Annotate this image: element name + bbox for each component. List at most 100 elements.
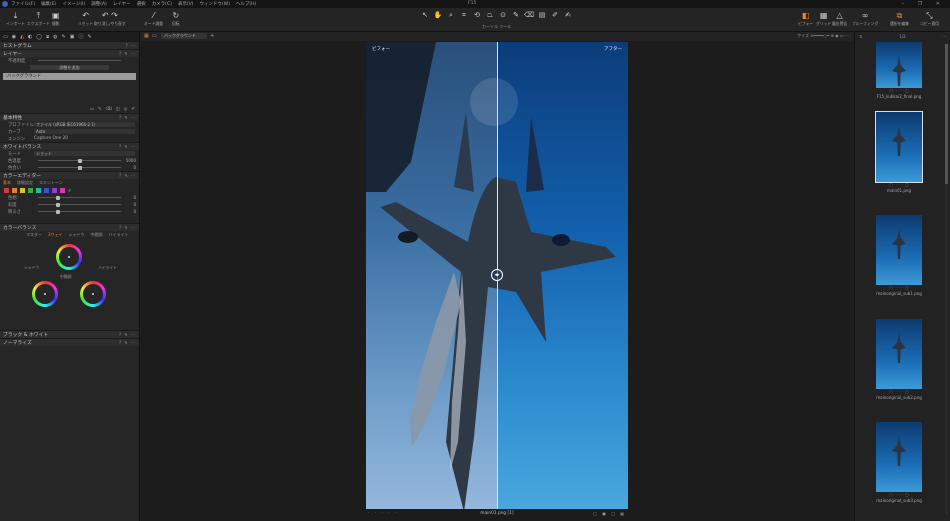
menu-select[interactable]: 選択 bbox=[137, 1, 146, 7]
exposure-tab-icon[interactable]: ◐ bbox=[28, 34, 32, 40]
grid-view-icon[interactable]: ▦ bbox=[144, 33, 149, 39]
opacity-slider[interactable] bbox=[38, 60, 121, 61]
add-adjustment-button[interactable]: 調整を追加 bbox=[30, 65, 109, 70]
midtone-wheel[interactable] bbox=[56, 244, 82, 270]
menu-view[interactable]: 表示(V) bbox=[178, 1, 194, 7]
reset-button[interactable]: ↶ リセット bbox=[78, 11, 93, 27]
window-controls[interactable]: – ❐ ✕ bbox=[902, 1, 946, 7]
details-tab-icon[interactable]: ◍ bbox=[53, 34, 57, 40]
keystone-cursor-icon[interactable]: ⏢ bbox=[485, 11, 495, 20]
photo-canvas[interactable]: ビフォー アフター ◂▸ bbox=[366, 42, 628, 509]
kelvin-knob[interactable] bbox=[77, 158, 82, 163]
gradient-cursor-icon[interactable]: ▤ bbox=[537, 11, 547, 20]
radial-icon[interactable]: ◎ bbox=[124, 107, 128, 112]
saturation-knob[interactable] bbox=[56, 202, 60, 207]
grid-button[interactable]: ▦ グリッド bbox=[816, 11, 831, 27]
tab-3way[interactable]: 3ウェイ bbox=[48, 232, 63, 238]
lightness-slider[interactable] bbox=[38, 209, 121, 214]
color-editor-header[interactable]: カラーエディター ? ✎ ⋯ bbox=[0, 171, 139, 179]
gradient-icon[interactable]: ◫ bbox=[116, 107, 120, 112]
section-menu-icon[interactable]: ? ✎ ⋯ bbox=[119, 340, 136, 345]
output-tab-icon[interactable]: ✎ bbox=[87, 34, 91, 40]
tab-advanced[interactable]: 詳細設定 bbox=[17, 180, 33, 186]
thumbnail-item[interactable]: □ · · · · · ◯ mainoriginal_sub3.png bbox=[876, 422, 922, 503]
library-tab-icon[interactable]: ▭ bbox=[3, 34, 8, 40]
tab-basic[interactable]: 基本 bbox=[3, 180, 11, 186]
single-view-icon[interactable]: ▭ bbox=[152, 33, 157, 39]
tab-shadow[interactable]: シャドウ bbox=[69, 232, 85, 238]
rotate-button[interactable]: ↻ 回転 bbox=[172, 11, 180, 27]
tab-midtone[interactable]: 中間調 bbox=[91, 232, 103, 238]
color-swatch[interactable] bbox=[20, 187, 25, 193]
color-tab-icon[interactable]: ◭ bbox=[20, 34, 24, 40]
layer-select[interactable]: バックグラウンド bbox=[161, 33, 207, 39]
add-layer-icon[interactable]: + bbox=[210, 33, 214, 39]
layers-header[interactable]: レイヤー ? ✎ ⋯ bbox=[0, 49, 139, 57]
thumbnail-rating[interactable]: □ · · · · · ◯ bbox=[876, 286, 922, 290]
shadow-wheel[interactable] bbox=[32, 281, 58, 307]
auto-adjust-button[interactable]: ⁄ オート調整 bbox=[144, 11, 163, 27]
eraser-cursor-icon[interactable]: ⌫ bbox=[524, 11, 534, 20]
color-swatch[interactable] bbox=[52, 187, 57, 193]
lightness-knob[interactable] bbox=[56, 209, 60, 214]
export-button[interactable]: ⤒ エクスポート bbox=[27, 11, 50, 27]
tab-master[interactable]: マスター bbox=[26, 232, 42, 238]
color-swatch[interactable] bbox=[60, 187, 65, 193]
normalize-header[interactable]: ノーマライズ ? ✎ ⋯ bbox=[0, 338, 139, 346]
thumbnail-rating[interactable]: □ · · · · · ◯ bbox=[876, 183, 922, 187]
color-balance-header[interactable]: カラーバランス ? ✎ ⋯ bbox=[0, 223, 139, 231]
viewer-button[interactable]: ◧ ビフォー bbox=[798, 11, 813, 27]
mask-icon[interactable]: ▭ bbox=[90, 107, 94, 112]
thumbnail-item[interactable]: □ · · · · · ◯ main01.png bbox=[875, 111, 923, 193]
capture-tab-icon[interactable]: ◉ bbox=[12, 34, 16, 40]
color-tag-icons[interactable]: □ ● □ ▦ bbox=[593, 511, 626, 516]
color-swatch[interactable] bbox=[28, 187, 33, 193]
browser-menu-icon[interactable]: ⋯ bbox=[942, 34, 946, 39]
browser-scrollbar[interactable] bbox=[945, 44, 948, 514]
spot-cursor-icon[interactable]: ⊙ bbox=[498, 11, 508, 20]
menu-camera[interactable]: カメラ(C) bbox=[152, 1, 172, 7]
select-cursor-icon[interactable]: ↖ bbox=[420, 11, 430, 20]
tint-slider[interactable] bbox=[38, 165, 121, 170]
rotate-cursor-icon[interactable]: ⟲ bbox=[472, 11, 482, 20]
hue-slider[interactable] bbox=[38, 195, 121, 200]
composition-tab-icon[interactable]: ⧈ bbox=[46, 34, 49, 40]
brush-icon[interactable]: ✎ bbox=[98, 107, 102, 112]
section-menu-icon[interactable]: ? ⋯ bbox=[126, 43, 136, 48]
sort-icon[interactable]: ⇅ bbox=[859, 34, 862, 39]
pan-cursor-icon[interactable]: ✋ bbox=[433, 11, 443, 20]
proofing-button[interactable]: ∞ プルーフィング bbox=[852, 11, 878, 27]
brush-cursor-icon[interactable]: ✎ bbox=[511, 11, 521, 20]
adjust-tab-icon[interactable]: ▣ bbox=[70, 34, 75, 40]
section-menu-icon[interactable]: ? ✎ ⋯ bbox=[119, 144, 136, 149]
exposure-warning-button[interactable]: △ 露出警告 bbox=[832, 11, 847, 27]
picker-cursor-icon[interactable]: ✐ bbox=[550, 11, 560, 20]
thumbnail-item[interactable]: □ · · · · · ◯ mainoriginal_sub2.png bbox=[876, 319, 922, 400]
split-handle-icon[interactable]: ◂▸ bbox=[491, 269, 503, 281]
paste-adjust-button[interactable]: ⤡ コピー適用 bbox=[920, 11, 939, 27]
menu-edit[interactable]: 編集(E) bbox=[41, 1, 56, 7]
saturation-slider[interactable] bbox=[38, 202, 121, 207]
annotate-cursor-icon[interactable]: ✍ bbox=[563, 11, 573, 20]
undo-redo-button[interactable]: ↶ ↷ 取り消し/やり直す bbox=[94, 11, 126, 27]
tint-value[interactable]: 0 bbox=[133, 165, 136, 170]
menu-file[interactable]: ファイル(F) bbox=[11, 1, 35, 7]
tab-skin-tone[interactable]: スキントーン bbox=[39, 180, 63, 186]
wb-mode-select[interactable]: ショット bbox=[34, 151, 135, 156]
thumbnail-rating[interactable]: □ · · · · · ◯ bbox=[876, 493, 922, 497]
color-swatch[interactable] bbox=[44, 187, 49, 193]
import-button[interactable]: ⤓ インポート bbox=[6, 11, 25, 27]
curve-select[interactable]: Auto bbox=[34, 129, 135, 134]
basic-characteristics-header[interactable]: 基本特性 ? ✎ ⋯ bbox=[0, 113, 139, 121]
hue-knob[interactable] bbox=[56, 195, 60, 200]
section-menu-icon[interactable]: ? ✎ ⋯ bbox=[119, 225, 136, 230]
color-swatch[interactable] bbox=[36, 187, 41, 193]
histogram-header[interactable]: ヒストグラム ? ⋯ bbox=[0, 41, 139, 49]
thumbnail-rating[interactable]: □ · · · · · ◯ bbox=[876, 390, 922, 394]
menu-window[interactable]: ウィンドウ(W) bbox=[199, 1, 229, 7]
zoom-controls[interactable]: サイズ ⊖━━━━○━ ⊕ ◉ ▭ ⋯ bbox=[797, 33, 849, 39]
white-balance-header[interactable]: ホワイトバランス ? ✎ ⋯ bbox=[0, 142, 139, 150]
crop-cursor-icon[interactable]: ⌗ bbox=[459, 11, 469, 20]
kelvin-value[interactable]: 5000 bbox=[126, 158, 136, 163]
kelvin-slider[interactable] bbox=[38, 158, 121, 163]
